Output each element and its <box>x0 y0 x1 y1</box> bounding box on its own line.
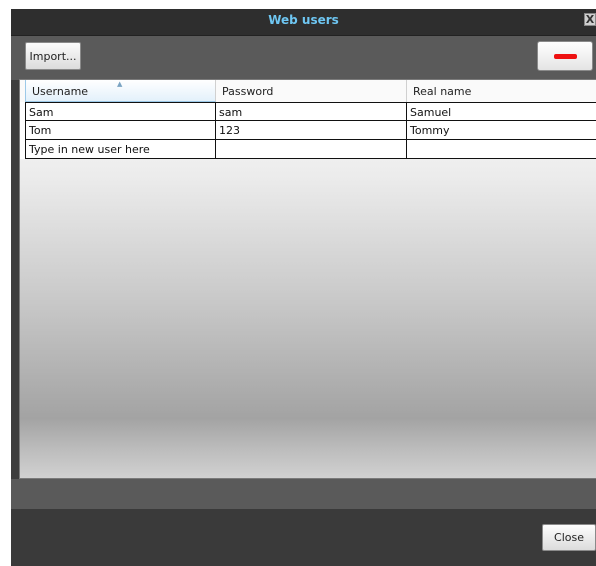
new-password-cell[interactable] <box>216 140 407 159</box>
remove-user-button[interactable] <box>537 41 593 71</box>
password-cell[interactable]: sam <box>216 102 407 121</box>
minus-icon <box>554 54 577 59</box>
column-header-label: Password <box>222 85 274 98</box>
close-button[interactable]: Close <box>542 524 596 551</box>
username-cell[interactable]: Sam <box>25 102 216 121</box>
new-real-name-cell[interactable] <box>407 140 596 159</box>
sort-ascending-icon: ▲ <box>117 80 123 88</box>
column-header-label: Username <box>32 85 89 98</box>
real-name-cell[interactable]: Samuel <box>407 102 596 121</box>
username-cell[interactable]: Tom <box>25 121 216 140</box>
new-user-row[interactable]: Type in new user here <box>20 140 596 159</box>
web-users-dialog: Web users X Import... ▲ Username Passwor… <box>11 9 596 566</box>
grid-footer-strip <box>11 479 596 509</box>
column-header-username[interactable]: ▲ Username <box>25 80 216 102</box>
dialog-title: Web users <box>268 13 339 27</box>
column-header-real-name[interactable]: Real name <box>407 80 596 102</box>
table-row[interactable]: Sam sam Samuel <box>20 102 596 121</box>
grid-header: ▲ Username Password Real name <box>20 80 596 103</box>
toolbar: Import... <box>11 36 596 80</box>
table-row[interactable]: Tom 123 Tommy <box>20 121 596 140</box>
users-grid: ▲ Username Password Real name Sam sam Sa… <box>19 79 596 479</box>
title-bar: Web users X <box>11 9 596 36</box>
close-window-icon[interactable]: X <box>584 13 596 26</box>
column-header-label: Real name <box>413 85 472 98</box>
import-button[interactable]: Import... <box>25 42 81 70</box>
column-header-password[interactable]: Password <box>216 80 407 102</box>
new-username-cell[interactable]: Type in new user here <box>25 140 216 159</box>
password-cell[interactable]: 123 <box>216 121 407 140</box>
dialog-button-bar: Close <box>11 509 596 566</box>
real-name-cell[interactable]: Tommy <box>407 121 596 140</box>
